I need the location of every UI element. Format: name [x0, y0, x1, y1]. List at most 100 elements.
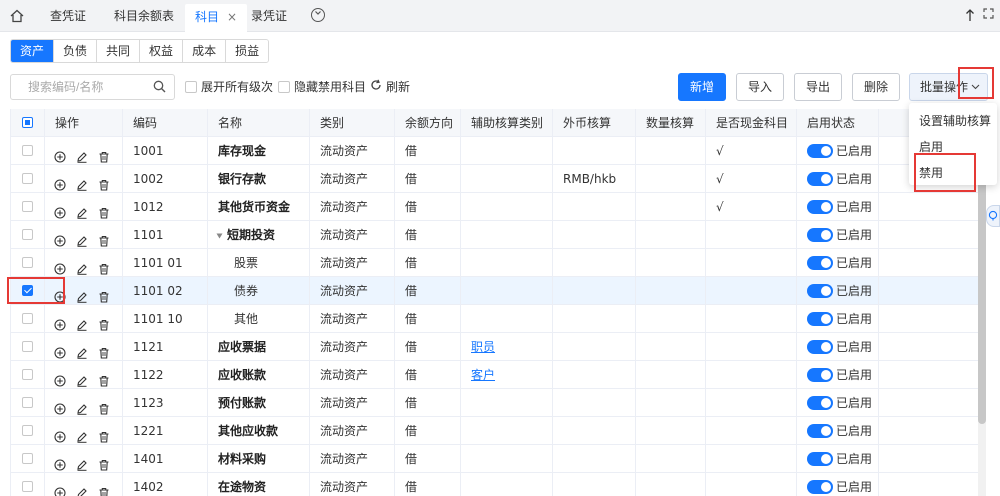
table-row[interactable]: 1001 库存现金 流动资产借 √ 已启用	[11, 137, 978, 165]
delete-icon[interactable]	[98, 229, 110, 247]
arrow-up-icon[interactable]	[965, 8, 977, 24]
tab-voucher-query[interactable]: 查凭证	[50, 4, 86, 28]
help-tab[interactable]	[986, 205, 1000, 227]
add-icon[interactable]	[54, 285, 66, 303]
edit-icon[interactable]	[76, 397, 88, 415]
row-checkbox[interactable]	[22, 173, 33, 184]
add-icon[interactable]	[54, 257, 66, 275]
row-checkbox[interactable]	[22, 229, 33, 240]
tab-balance-sheet[interactable]: 科目余额表	[114, 4, 174, 28]
status-toggle[interactable]	[807, 255, 833, 270]
table-row[interactable]: 1101 10 其他 流动资产借 已启用	[11, 305, 978, 333]
table-row[interactable]: 1221 其他应收款 流动资产借 已启用	[11, 417, 978, 445]
status-toggle[interactable]	[807, 479, 833, 494]
edit-icon[interactable]	[76, 257, 88, 275]
delete-icon[interactable]	[98, 173, 110, 191]
status-toggle[interactable]	[807, 199, 833, 214]
add-icon[interactable]	[54, 313, 66, 331]
row-checkbox[interactable]	[22, 201, 33, 212]
hide-disabled-checkbox[interactable]	[278, 80, 290, 93]
menu-item-disable[interactable]: 禁用	[909, 160, 997, 186]
category-tab-cost[interactable]: 成本	[182, 40, 226, 62]
category-tab-liabilities[interactable]: 负债	[53, 40, 97, 62]
row-checkbox[interactable]	[22, 481, 33, 492]
add-icon[interactable]	[54, 229, 66, 247]
edit-icon[interactable]	[76, 145, 88, 163]
delete-icon[interactable]	[98, 201, 110, 219]
status-toggle[interactable]	[807, 451, 833, 466]
add-button[interactable]: 新增	[678, 73, 726, 101]
delete-icon[interactable]	[98, 341, 110, 359]
tab-voucher-entry[interactable]: 录凭证	[251, 4, 287, 28]
edit-icon[interactable]	[76, 481, 88, 496]
status-toggle[interactable]	[807, 339, 833, 354]
search-icon[interactable]	[153, 80, 166, 96]
batch-operation-button[interactable]: 批量操作	[909, 73, 988, 101]
edit-icon[interactable]	[76, 369, 88, 387]
add-icon[interactable]	[54, 369, 66, 387]
edit-icon[interactable]	[76, 425, 88, 443]
fullscreen-icon[interactable]	[983, 8, 995, 22]
table-row[interactable]: 1012 其他货币资金 流动资产借 √ 已启用	[11, 193, 978, 221]
status-toggle[interactable]	[807, 227, 833, 242]
table-row[interactable]: 1002 银行存款 流动资产借 RMB/hkb √ 已启用	[11, 165, 978, 193]
category-tab-assets[interactable]: 资产	[11, 40, 54, 62]
add-icon[interactable]	[54, 481, 66, 496]
hide-disabled-option[interactable]: 隐藏禁用科目	[278, 79, 366, 95]
import-button[interactable]: 导入	[736, 73, 784, 101]
delete-icon[interactable]	[98, 145, 110, 163]
row-checkbox[interactable]	[22, 397, 33, 408]
row-checkbox[interactable]	[22, 341, 33, 352]
row-checkbox[interactable]	[22, 145, 33, 156]
row-checkbox[interactable]	[22, 257, 33, 268]
refresh-button[interactable]: 刷新	[370, 79, 410, 95]
edit-icon[interactable]	[76, 341, 88, 359]
table-row[interactable]: 1101 02 债券 流动资产借 已启用	[11, 277, 978, 305]
status-toggle[interactable]	[807, 283, 833, 298]
category-tab-equity[interactable]: 权益	[139, 40, 183, 62]
status-toggle[interactable]	[807, 143, 833, 158]
category-tab-common[interactable]: 共同	[96, 40, 140, 62]
tab-subjects[interactable]: 科目 ×	[185, 4, 248, 32]
search-input[interactable]	[11, 75, 146, 99]
row-checkbox[interactable]	[22, 453, 33, 464]
edit-icon[interactable]	[76, 453, 88, 471]
table-row[interactable]: 1401 材料采购 流动资产借 已启用	[11, 445, 978, 473]
select-all-checkbox[interactable]	[22, 117, 33, 128]
add-icon[interactable]	[54, 173, 66, 191]
delete-icon[interactable]	[98, 425, 110, 443]
edit-icon[interactable]	[76, 229, 88, 247]
row-checkbox[interactable]	[22, 285, 33, 296]
edit-icon[interactable]	[76, 285, 88, 303]
add-icon[interactable]	[54, 453, 66, 471]
status-toggle[interactable]	[807, 423, 833, 438]
add-icon[interactable]	[54, 201, 66, 219]
table-row[interactable]: 1123 预付账款 流动资产借 已启用	[11, 389, 978, 417]
category-tab-profit-loss[interactable]: 损益	[225, 40, 269, 62]
chevron-down-icon[interactable]	[311, 8, 325, 22]
menu-item-enable[interactable]: 启用	[909, 134, 997, 160]
delete-icon[interactable]	[98, 257, 110, 275]
delete-icon[interactable]	[98, 285, 110, 303]
table-row[interactable]: 1101 01 股票 流动资产借 已启用	[11, 249, 978, 277]
aux-link[interactable]: 客户	[471, 368, 495, 382]
edit-icon[interactable]	[76, 313, 88, 331]
status-toggle[interactable]	[807, 395, 833, 410]
delete-icon[interactable]	[98, 313, 110, 331]
delete-icon[interactable]	[98, 397, 110, 415]
row-checkbox[interactable]	[22, 425, 33, 436]
table-row[interactable]: 1121 应收票据 流动资产借职员 已启用	[11, 333, 978, 361]
add-icon[interactable]	[54, 341, 66, 359]
close-icon[interactable]: ×	[227, 10, 237, 24]
aux-link[interactable]: 职员	[471, 340, 495, 354]
table-row[interactable]: 1101 短期投资 流动资产借 已启用	[11, 221, 978, 249]
add-icon[interactable]	[54, 425, 66, 443]
delete-icon[interactable]	[98, 453, 110, 471]
row-checkbox[interactable]	[22, 313, 33, 324]
edit-icon[interactable]	[76, 201, 88, 219]
row-checkbox[interactable]	[22, 369, 33, 380]
status-toggle[interactable]	[807, 171, 833, 186]
expand-all-option[interactable]: 展开所有级次	[185, 79, 273, 95]
expand-caret-icon[interactable]	[216, 223, 223, 249]
status-toggle[interactable]	[807, 311, 833, 326]
